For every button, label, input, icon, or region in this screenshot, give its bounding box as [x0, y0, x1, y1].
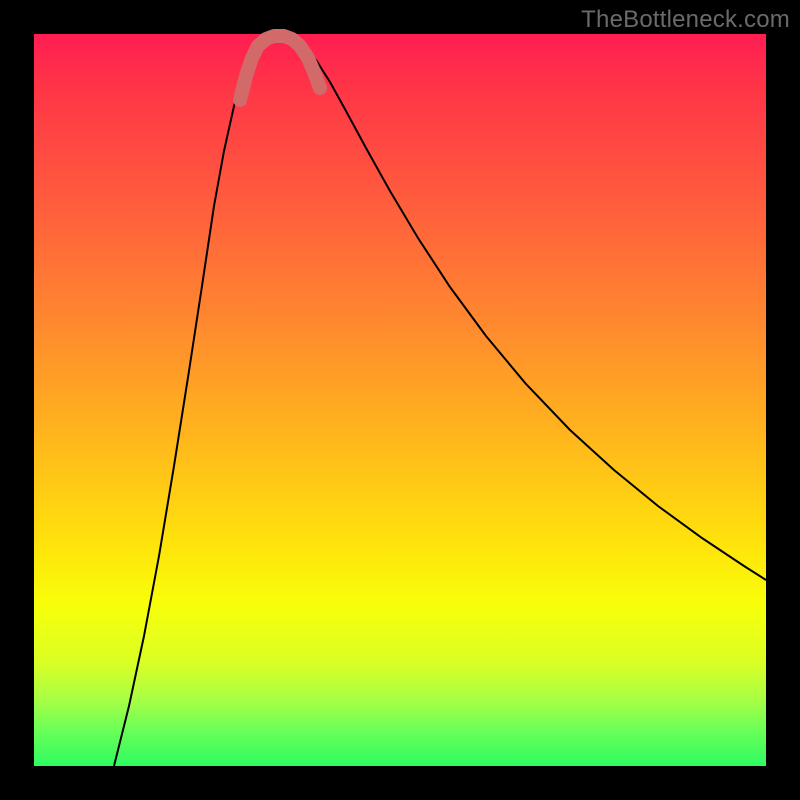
plot-area: [34, 34, 766, 766]
chart-frame: TheBottleneck.com: [0, 0, 800, 800]
plot-svg: [34, 34, 766, 766]
trough-marker: [240, 36, 320, 100]
bottleneck-curve: [114, 35, 766, 766]
watermark-text: TheBottleneck.com: [581, 6, 790, 34]
